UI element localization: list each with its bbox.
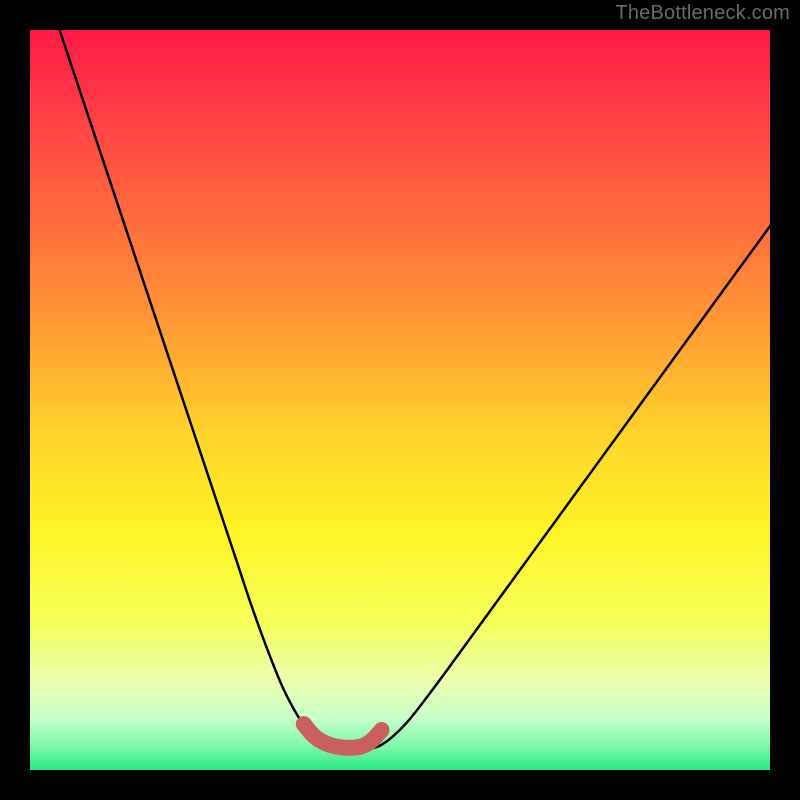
gradient-background <box>30 30 770 770</box>
chart-frame: TheBottleneck.com <box>0 0 800 800</box>
bottleneck-curve-chart <box>30 30 770 770</box>
watermark-text: TheBottleneck.com <box>615 2 790 25</box>
plot-area <box>30 30 770 770</box>
